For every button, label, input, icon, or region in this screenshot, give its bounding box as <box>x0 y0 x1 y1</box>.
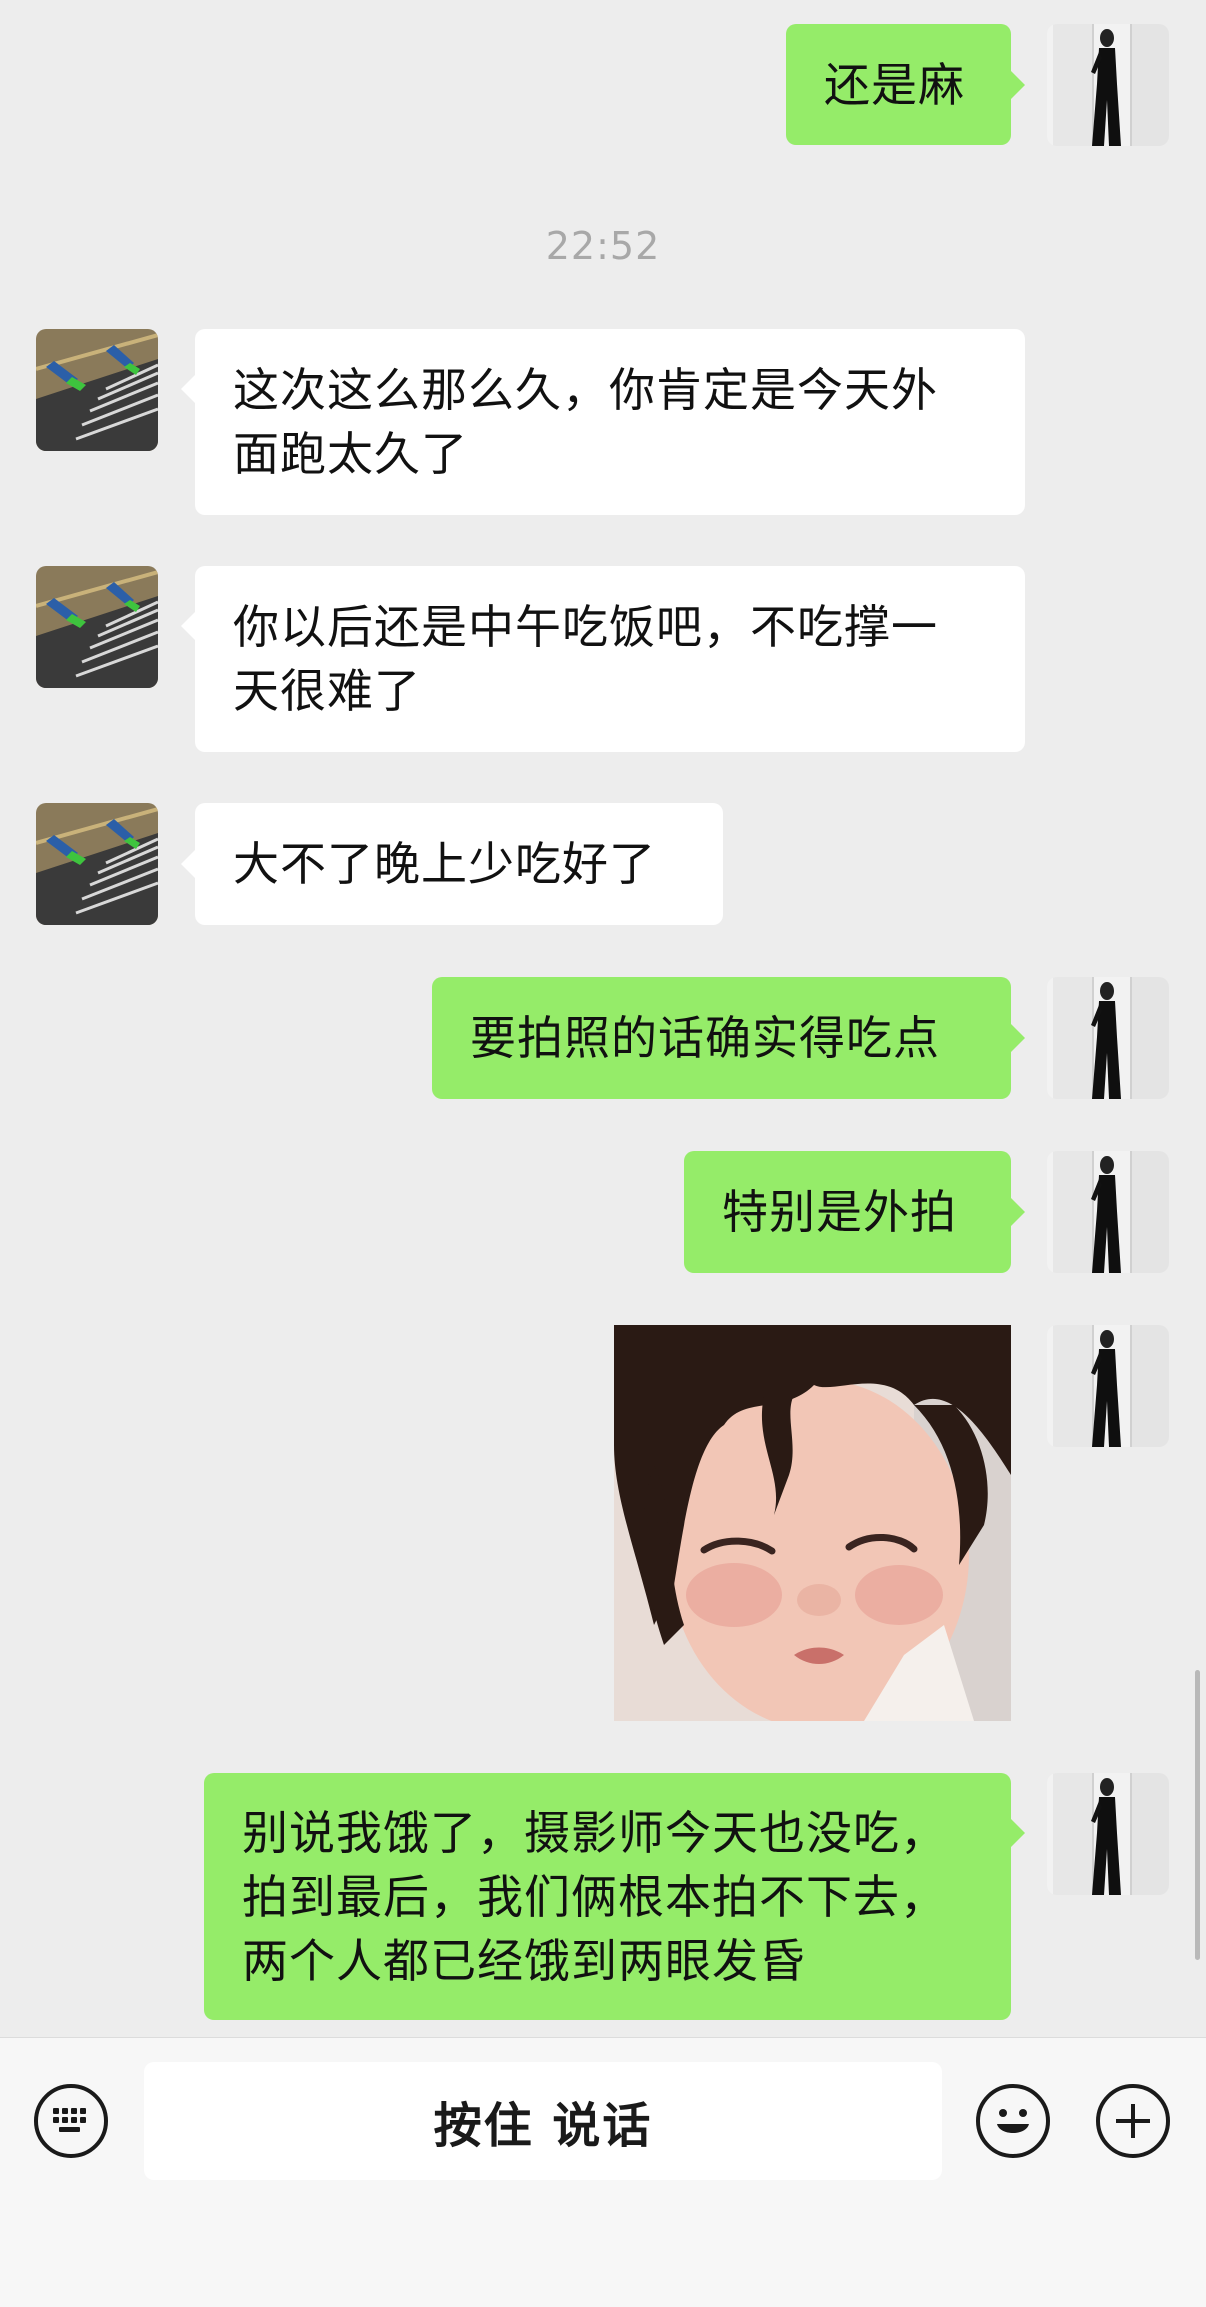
contact-message-bubble[interactable]: 你以后还是中午吃饭吧，不吃撑一 天很难了 <box>181 566 1025 752</box>
chat-timestamp: 22:52 <box>545 224 661 268</box>
message-text: 这次这么那么久，你肯定是今天外 面跑太久了 <box>233 363 938 481</box>
my-avatar[interactable] <box>1047 1773 1169 1895</box>
contact-avatar[interactable] <box>36 329 158 451</box>
message-text: 别说我饿了，摄影师今天也没吃， 拍到最后，我们俩根本拍不下去， 两个人都已经饿到… <box>242 1805 947 1988</box>
input-bar: 按住 说话 <box>0 2037 1206 2307</box>
my-message-bubble[interactable]: 别说我饿了，摄影师今天也没吃， 拍到最后，我们俩根本拍不下去， 两个人都已经饿到… <box>204 1773 1025 2020</box>
emoji-icon[interactable] <box>976 2084 1050 2158</box>
hold-to-talk-label: 按住 说话 <box>433 2098 653 2154</box>
sleepy-toddler-sticker[interactable] <box>614 1325 1011 1721</box>
plus-icon[interactable] <box>1096 2084 1170 2158</box>
contact-avatar[interactable] <box>36 566 158 688</box>
my-avatar[interactable] <box>1047 977 1169 1099</box>
message-text: 大不了晚上少吃好了 <box>233 837 656 891</box>
my-message-bubble[interactable]: 还是麻 <box>786 24 1025 145</box>
scrollbar[interactable] <box>1195 1670 1200 1960</box>
message-text: 还是麻 <box>824 57 965 112</box>
my-avatar[interactable] <box>1047 1325 1169 1447</box>
keyboard-icon[interactable] <box>34 2084 108 2158</box>
my-message-bubble[interactable]: 要拍照的话确实得吃点 <box>432 977 1025 1099</box>
message-text: 你以后还是中午吃饭吧，不吃撑一 天很难了 <box>233 600 938 718</box>
contact-message-bubble[interactable]: 大不了晚上少吃好了 <box>181 803 723 925</box>
contact-message-bubble[interactable]: 这次这么那么久，你肯定是今天外 面跑太久了 <box>181 329 1025 515</box>
my-avatar[interactable] <box>1047 1151 1169 1273</box>
message-text: 特别是外拍 <box>722 1185 957 1239</box>
hold-to-talk-button[interactable]: 按住 说话 <box>144 2062 942 2180</box>
message-text: 要拍照的话确实得吃点 <box>470 1011 940 1065</box>
contact-avatar[interactable] <box>36 803 158 925</box>
my-message-bubble[interactable]: 特别是外拍 <box>684 1151 1025 1273</box>
my-avatar[interactable] <box>1047 24 1169 146</box>
